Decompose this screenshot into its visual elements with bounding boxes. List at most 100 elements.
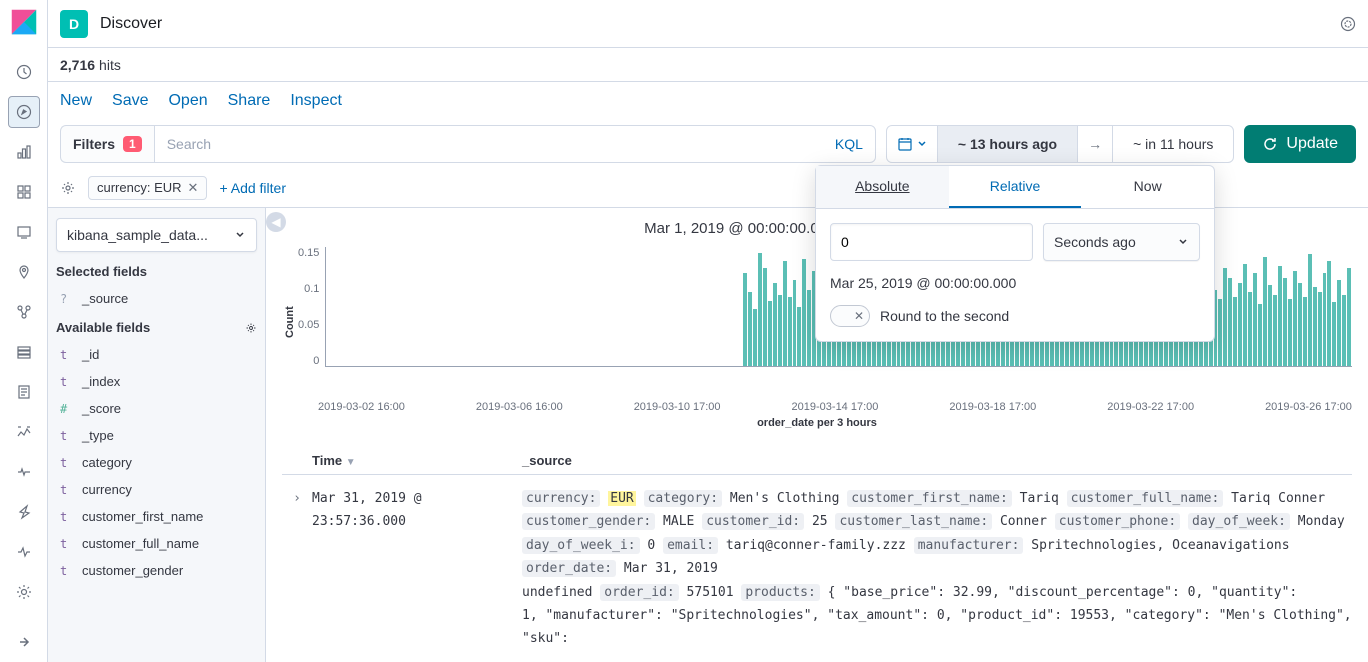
nav-logs-icon[interactable] [8, 376, 40, 408]
histogram-bar[interactable] [1238, 283, 1242, 366]
nav-apm-icon[interactable] [8, 416, 40, 448]
nav-management-icon[interactable] [8, 576, 40, 608]
histogram-bar[interactable] [1218, 299, 1222, 366]
histogram-bar[interactable] [1332, 302, 1336, 366]
histogram-bar[interactable] [768, 301, 772, 366]
nav-maps-icon[interactable] [8, 256, 40, 288]
nav-monitoring-icon[interactable] [8, 536, 40, 568]
nav-collapse-icon[interactable] [8, 626, 40, 658]
histogram-bar[interactable] [1293, 271, 1297, 366]
add-filter-button[interactable]: + Add filter [219, 180, 286, 196]
histogram-bar[interactable] [1303, 297, 1307, 366]
field-row[interactable]: tcategory [56, 449, 257, 476]
histogram-bar[interactable] [1233, 297, 1237, 366]
histogram-bar[interactable] [1327, 261, 1331, 366]
nav-canvas-icon[interactable] [8, 216, 40, 248]
histogram-bar[interactable] [1298, 283, 1302, 366]
field-type-icon: # [60, 402, 74, 416]
gear-icon[interactable] [245, 322, 257, 334]
nav-uptime-icon[interactable] [8, 456, 40, 488]
tab-absolute[interactable]: Absolute [816, 166, 949, 208]
col-source-header[interactable]: _source [522, 453, 1352, 468]
relative-value-input[interactable] [830, 223, 1033, 261]
index-pattern-select[interactable]: kibana_sample_data... [56, 218, 257, 252]
nav-dashboard-icon[interactable] [8, 176, 40, 208]
histogram-bar[interactable] [1253, 273, 1257, 366]
field-row[interactable]: t_index [56, 368, 257, 395]
histogram-bar[interactable] [758, 253, 762, 366]
menu-inspect[interactable]: Inspect [290, 92, 342, 110]
field-key: email: [663, 537, 718, 554]
histogram-bar[interactable] [793, 280, 797, 366]
field-row[interactable]: t_type [56, 422, 257, 449]
nav-ml-icon[interactable] [8, 296, 40, 328]
histogram-bar[interactable] [1308, 254, 1312, 366]
field-row[interactable]: tcustomer_gender [56, 557, 257, 584]
fullscreen-icon[interactable] [1340, 16, 1356, 32]
menu-save[interactable]: Save [112, 92, 148, 110]
menu-open[interactable]: Open [168, 92, 207, 110]
nav-discover-icon[interactable] [8, 96, 40, 128]
date-to[interactable]: ~ in 11 hours [1113, 126, 1233, 162]
tab-relative[interactable]: Relative [949, 166, 1082, 208]
filters-button[interactable]: Filters 1 [60, 125, 154, 163]
menu-new[interactable]: New [60, 92, 92, 110]
histogram-bar[interactable] [1318, 292, 1322, 366]
search-input[interactable]: Search KQL [154, 125, 876, 163]
histogram-bar[interactable] [788, 297, 792, 366]
histogram-bar[interactable] [797, 307, 801, 367]
histogram-bar[interactable] [778, 295, 782, 366]
filter-pill-currency[interactable]: currency: EUR ✕ [88, 176, 207, 200]
histogram-bar[interactable] [1263, 257, 1267, 366]
expand-row-icon[interactable]: › [282, 487, 312, 651]
nav-visualize-icon[interactable] [8, 136, 40, 168]
nav-infrastructure-icon[interactable] [8, 336, 40, 368]
relative-unit-select[interactable]: Seconds ago [1043, 223, 1200, 261]
filter-settings-icon[interactable] [60, 180, 76, 196]
field-key: day_of_week_i: [522, 537, 640, 554]
histogram-bar[interactable] [807, 290, 811, 366]
histogram-bar[interactable] [1268, 285, 1272, 366]
tab-now[interactable]: Now [1081, 166, 1214, 208]
menu-share[interactable]: Share [228, 92, 271, 110]
histogram-bar[interactable] [1288, 299, 1292, 366]
kibana-logo[interactable] [10, 8, 38, 36]
histogram-bar[interactable] [783, 261, 787, 366]
histogram-bar[interactable] [1223, 268, 1227, 366]
histogram-bar[interactable] [1342, 295, 1346, 366]
update-button[interactable]: Update [1244, 125, 1356, 163]
field-row[interactable]: tcustomer_first_name [56, 503, 257, 530]
field-key: customer_last_name: [835, 513, 992, 530]
histogram-bar[interactable] [1273, 295, 1277, 366]
histogram-bar[interactable] [1313, 287, 1317, 366]
round-switch[interactable]: ✕ [830, 305, 870, 327]
histogram-bar[interactable] [1323, 273, 1327, 366]
col-time-header[interactable]: Time ▼ [312, 453, 522, 468]
histogram-bar[interactable] [1258, 304, 1262, 366]
histogram-bar[interactable] [773, 283, 777, 366]
histogram-bar[interactable] [1248, 292, 1252, 366]
histogram-bar[interactable] [753, 309, 757, 366]
histogram-bar[interactable] [1228, 278, 1232, 366]
histogram-bar[interactable] [1243, 264, 1247, 366]
field-row[interactable]: tcurrency [56, 476, 257, 503]
histogram-bar[interactable] [763, 268, 767, 366]
histogram-bar[interactable] [1283, 278, 1287, 366]
histogram-bar[interactable] [1337, 280, 1341, 366]
histogram-bar[interactable] [802, 259, 806, 366]
field-row[interactable]: tcustomer_full_name [56, 530, 257, 557]
close-icon[interactable]: ✕ [188, 180, 199, 196]
histogram-bar[interactable] [743, 273, 747, 366]
date-from[interactable]: ~ 13 hours ago [938, 126, 1077, 162]
field-row[interactable]: #_score [56, 395, 257, 422]
nav-devtools-icon[interactable] [8, 496, 40, 528]
calendar-icon[interactable] [887, 126, 938, 162]
left-nav [0, 0, 48, 662]
nav-recent-icon[interactable] [8, 56, 40, 88]
histogram-bar[interactable] [1347, 268, 1351, 366]
field-row[interactable]: t_id [56, 341, 257, 368]
field-row[interactable]: ?_source [56, 285, 257, 312]
histogram-bar[interactable] [1278, 266, 1282, 366]
histogram-bar[interactable] [748, 292, 752, 366]
kql-toggle[interactable]: KQL [835, 136, 863, 152]
